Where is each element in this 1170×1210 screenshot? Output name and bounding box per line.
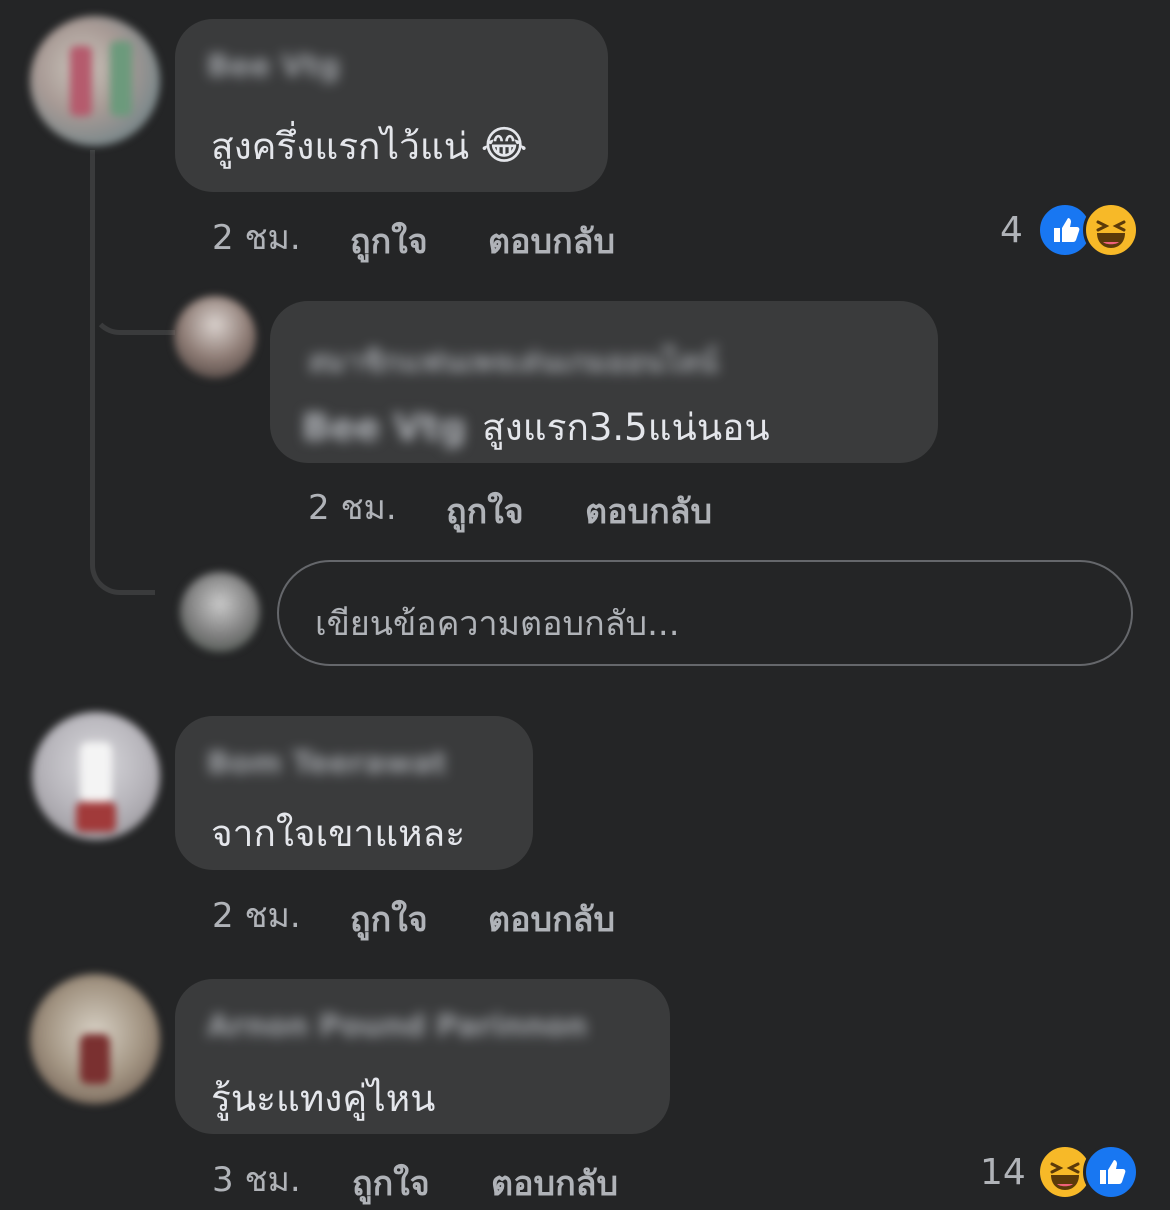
thread-branch	[90, 300, 175, 335]
reply-input[interactable]: เขียนข้อความตอบกลับ...	[277, 560, 1133, 666]
reaction-count[interactable]: 4	[1000, 210, 1023, 251]
comment-text: รู้นะแทงคู่ไหน	[211, 1077, 436, 1120]
laughing-emoji-icon: 😂	[480, 123, 528, 169]
comment-time[interactable]: 2 ชม.	[212, 210, 301, 264]
like-button[interactable]: ถูกใจ	[446, 484, 524, 538]
comment-bubble: Bee Vtg สูงครึ่งแรกไว้แน่ 😂	[175, 19, 608, 192]
comment-bubble: Bom Teerawat จากใจเขาแหละ	[175, 716, 533, 870]
like-button[interactable]: ถูกใจ	[350, 214, 428, 268]
comment-text: สูงครึ่งแรกไว้แน่ 😂	[211, 123, 528, 169]
reply-author[interactable]: สมาชิกแฟนเพจเล่นเกมออนไลน์	[308, 339, 718, 386]
reply-input-placeholder: เขียนข้อความตอบกลับ...	[315, 604, 680, 644]
like-icon[interactable]	[1083, 1144, 1139, 1200]
avatar[interactable]	[32, 712, 160, 840]
like-button[interactable]: ถูกใจ	[352, 1156, 430, 1210]
comment-bubble: Arnon Pound Parinnon รู้นะแทงคู่ไหน	[175, 979, 670, 1134]
like-button[interactable]: ถูกใจ	[350, 892, 428, 946]
reply-button[interactable]: ตอบกลับ	[488, 214, 615, 268]
reply-text: สูงแรก3.5แน่นอน	[482, 406, 770, 449]
reply-button[interactable]: ตอบกลับ	[585, 484, 712, 538]
avatar[interactable]	[30, 16, 160, 146]
comment-author[interactable]: Arnon Pound Parinnon	[207, 1009, 587, 1044]
reply-button[interactable]: ตอบกลับ	[491, 1156, 618, 1210]
comment-author[interactable]: Bom Teerawat	[207, 746, 447, 781]
reply-button[interactable]: ตอบกลับ	[488, 892, 615, 946]
comment-time[interactable]: 3 ชม.	[212, 1152, 301, 1206]
current-user-avatar	[180, 572, 260, 652]
reaction-count[interactable]: 14	[980, 1152, 1026, 1193]
reply-bubble: สมาชิกแฟนเพจเล่นเกมออนไลน์ Bee Vtg สูงแรก…	[270, 301, 938, 463]
thread-line	[90, 150, 155, 595]
reply-text-row: Bee Vtg สูงแรก3.5แน่นอน	[302, 398, 770, 457]
comment-author[interactable]: Bee Vtg	[207, 49, 340, 84]
haha-icon[interactable]	[1083, 202, 1139, 258]
avatar[interactable]	[174, 296, 256, 378]
comment-text: จากใจเขาแหละ	[211, 812, 466, 855]
avatar[interactable]	[30, 974, 160, 1104]
reply-time[interactable]: 2 ชม.	[308, 480, 397, 534]
comment-time[interactable]: 2 ชม.	[212, 888, 301, 942]
mention[interactable]: Bee Vtg	[302, 406, 466, 449]
